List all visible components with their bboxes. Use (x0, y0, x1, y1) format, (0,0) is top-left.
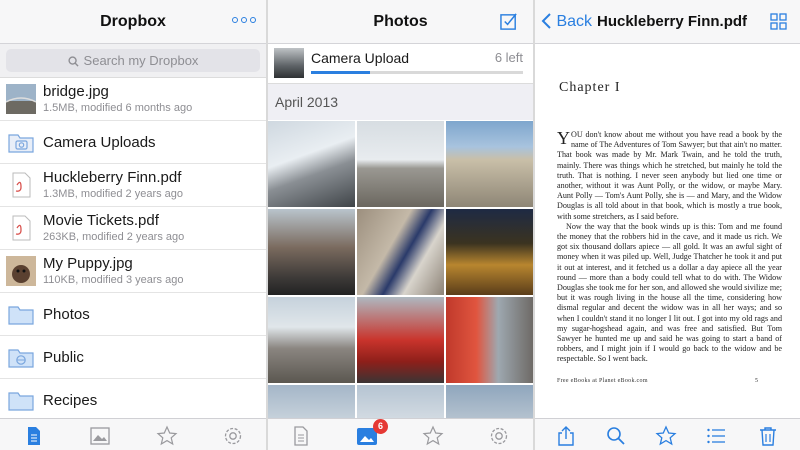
notification-badge: 6 (373, 419, 388, 434)
photo-tile[interactable] (268, 121, 355, 207)
tab-bar: 6 (268, 418, 533, 450)
file-meta: 1.5MB, modified 6 months ago (43, 102, 193, 114)
list-item-bridge[interactable]: bridge.jpg 1.5MB, modified 6 months ago (0, 78, 266, 121)
settings-tab-icon[interactable] (488, 425, 510, 447)
photos-tab[interactable]: 6 (356, 419, 388, 447)
select-checkbox-icon[interactable] (500, 12, 519, 31)
back-label: Back (556, 13, 593, 30)
upload-progress-fill (311, 71, 371, 74)
photo-tile[interactable] (357, 209, 444, 295)
photo-tile[interactable] (446, 297, 533, 383)
reader-toolbar (535, 418, 800, 450)
more-options-icon[interactable] (232, 13, 256, 31)
tab-bar (0, 418, 266, 450)
photo-tile[interactable] (446, 385, 533, 421)
photos-navbar: Photos (268, 0, 533, 44)
page-title: Huckleberry Finn.pdf (597, 13, 748, 30)
dropbox-files-screen: Dropbox Search my Dropbox bridge.jpg 1.5… (0, 0, 266, 450)
folder-name: Public (43, 349, 84, 366)
camera-folder-icon (8, 134, 34, 153)
upload-label: Camera Upload (311, 50, 410, 66)
drop-cap: Y (557, 128, 570, 148)
files-tab-icon[interactable] (290, 425, 312, 447)
folder-icon (8, 392, 34, 411)
photo-grid (268, 121, 533, 421)
search-bar: Search my Dropbox (0, 44, 266, 78)
page-footer: Free eBooks at Planet eBook.com (557, 378, 648, 384)
list-icon[interactable] (705, 425, 727, 447)
pdf-file-icon (12, 172, 31, 198)
list-item-camera-uploads[interactable]: Camera Uploads (0, 121, 266, 164)
search-input[interactable]: Search my Dropbox (6, 49, 260, 72)
share-icon[interactable] (555, 425, 577, 447)
chevron-left-icon (541, 13, 551, 29)
photo-tile[interactable] (357, 385, 444, 421)
dropbox-navbar: Dropbox (0, 0, 266, 44)
folder-name: Camera Uploads (43, 134, 156, 151)
search-icon[interactable] (605, 425, 627, 447)
file-name: Huckleberry Finn.pdf (43, 169, 182, 186)
document-body: Y OU don't know about me without you have… (557, 128, 782, 365)
photos-tab-icon[interactable] (89, 425, 111, 447)
folder-name: Photos (43, 306, 90, 323)
pdf-reader-screen: Back Huckleberry Finn.pdf Chapter I Y OU … (535, 0, 800, 450)
folder-icon (8, 306, 34, 325)
camera-upload-status: Camera Upload 6 left (268, 44, 533, 84)
reader-navbar: Back Huckleberry Finn.pdf (535, 0, 800, 44)
list-item-photos[interactable]: Photos (0, 293, 266, 336)
photo-tile[interactable] (446, 121, 533, 207)
file-name: bridge.jpg (43, 83, 109, 100)
search-placeholder: Search my Dropbox (83, 53, 199, 68)
list-item-my-puppy[interactable]: My Puppy.jpg 110KB, modified 3 years ago (0, 250, 266, 293)
upload-thumbnail (274, 48, 304, 78)
photo-tile[interactable] (268, 297, 355, 383)
list-item-movie-tickets[interactable]: Movie Tickets.pdf 263KB, modified 2 year… (0, 207, 266, 250)
paragraph: Now the way that the book winds up is th… (557, 221, 782, 364)
page-title: Photos (373, 13, 428, 30)
chapter-heading: Chapter I (559, 80, 621, 95)
paragraph-text: OU don't know about me without you have … (557, 130, 782, 221)
section-header: April 2013 (268, 84, 533, 120)
file-meta: 1.3MB, modified 2 years ago (43, 188, 184, 200)
photo-tile[interactable] (268, 385, 355, 421)
settings-tab-icon[interactable] (222, 425, 244, 447)
pdf-file-icon (12, 215, 31, 241)
page-title: Dropbox (100, 13, 166, 30)
files-tab-icon[interactable] (23, 425, 45, 447)
list-item-recipes[interactable]: Recipes (0, 379, 266, 422)
file-list: bridge.jpg 1.5MB, modified 6 months ago … (0, 78, 266, 422)
photo-tile[interactable] (268, 209, 355, 295)
file-meta: 110KB, modified 3 years ago (43, 274, 184, 286)
photo-tile[interactable] (446, 209, 533, 295)
file-name: My Puppy.jpg (43, 255, 133, 272)
photo-thumbnail (6, 256, 36, 286)
favorites-tab-icon[interactable] (422, 425, 444, 447)
file-meta: 263KB, modified 2 years ago (43, 231, 185, 243)
upload-progress-bar (311, 71, 523, 74)
photo-tile[interactable] (357, 297, 444, 383)
photos-screen: Photos Camera Upload 6 left April 2013 6 (268, 0, 533, 450)
page-number: 5 (755, 378, 758, 384)
grid-view-icon[interactable] (770, 13, 787, 30)
document-page[interactable]: Chapter I Y OU don't know about me withou… (535, 44, 800, 418)
favorites-tab-icon[interactable] (156, 425, 178, 447)
paragraph: Y OU don't know about me without you have… (557, 128, 782, 222)
list-item-huckleberry-finn[interactable]: Huckleberry Finn.pdf 1.3MB, modified 2 y… (0, 164, 266, 207)
back-button[interactable]: Back (541, 0, 592, 44)
favorite-star-icon[interactable] (655, 425, 677, 447)
list-item-public[interactable]: Public (0, 336, 266, 379)
public-folder-icon (8, 349, 34, 368)
upload-remaining: 6 left (494, 50, 523, 65)
folder-name: Recipes (43, 392, 98, 409)
photo-thumbnail (6, 84, 36, 114)
photo-tile[interactable] (357, 121, 444, 207)
trash-icon[interactable] (757, 425, 779, 447)
file-name: Movie Tickets.pdf (43, 212, 159, 229)
search-icon (67, 56, 79, 67)
